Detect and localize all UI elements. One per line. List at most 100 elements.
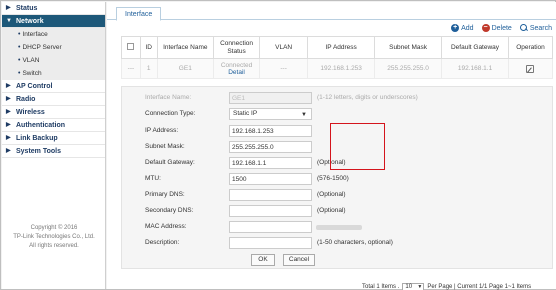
- primary-dns-label: Primary DNS:: [145, 191, 185, 198]
- description-label: Description:: [145, 239, 180, 246]
- sidebar-subitem-dhcp-server[interactable]: • DHCP Server: [2, 41, 105, 54]
- ok-button[interactable]: OK: [251, 254, 275, 266]
- sidebar-subitem-vlan[interactable]: • VLAN: [2, 54, 105, 67]
- per-page-select[interactable]: 10 ▼: [402, 282, 425, 290]
- sidebar-item-label: Status: [16, 5, 38, 12]
- cell-ip-address: 192.168.1.253: [307, 58, 376, 79]
- table-header-row: ID Interface Name Connection Status VLAN…: [121, 36, 554, 59]
- default-gateway-input[interactable]: [229, 157, 312, 169]
- form-row-secondary-dns: Secondary DNS: (Optional): [145, 205, 545, 217]
- cell-vlan: ---: [259, 58, 309, 79]
- minus-icon: −: [481, 24, 490, 32]
- dropdown-arrow-icon: ▼: [417, 283, 423, 290]
- tab-bar: Interface: [107, 2, 556, 21]
- toolbar: + Add − Delete Search: [451, 22, 552, 34]
- sidebar-item-wireless[interactable]: ▶ Wireless: [2, 106, 105, 119]
- cancel-button[interactable]: Cancel: [283, 254, 315, 266]
- blurred-mac-value: [316, 225, 362, 230]
- add-button[interactable]: + Add: [451, 22, 474, 34]
- column-header-subnet-mask: Subnet Mask: [374, 36, 443, 59]
- description-hint: (1-50 characters, optional): [317, 239, 393, 246]
- sidebar-item-status[interactable]: ▶ Status: [2, 2, 105, 15]
- select-all-header: [121, 36, 141, 59]
- table-row[interactable]: --- 1 GE1 Connected Detail --- 192.168.1…: [121, 58, 554, 79]
- sidebar-item-authentication[interactable]: ▶ Authentication: [2, 119, 105, 132]
- sidebar-item-label: AP Control: [16, 83, 53, 90]
- description-input[interactable]: [229, 237, 312, 249]
- ip-address-input[interactable]: [229, 125, 312, 137]
- column-header-interface-name: Interface Name: [156, 36, 215, 59]
- form-row-mac-address: MAC Address:: [145, 221, 545, 233]
- bullet-icon: •: [18, 44, 21, 51]
- delete-label: Delete: [491, 24, 512, 32]
- sidebar-subitem-switch[interactable]: • Switch: [2, 67, 105, 80]
- subnet-mask-input[interactable]: [229, 141, 312, 153]
- sidebar-item-system-tools[interactable]: ▶ System Tools: [2, 145, 105, 158]
- bullet-icon: •: [18, 57, 21, 64]
- chevron-right-icon: ▶: [6, 109, 11, 115]
- bullet-icon: •: [18, 31, 21, 38]
- primary-dns-input[interactable]: [229, 189, 312, 201]
- chevron-right-icon: ▶: [6, 148, 11, 154]
- form-row-interface-name: Interface Name: (1-12 letters, digits or…: [145, 92, 545, 104]
- column-header-operation: Operation: [507, 36, 554, 59]
- network-submenu: • Interface • DHCP Server • VLAN • Switch: [2, 28, 105, 80]
- interface-name-input[interactable]: [229, 92, 312, 104]
- sidebar-item-ap-control[interactable]: ▶ AP Control: [2, 80, 105, 93]
- mac-address-input[interactable]: [229, 221, 362, 233]
- page-info: Per Page | Current 1/1 Page 1~1 Items: [427, 283, 532, 290]
- delete-button[interactable]: − Delete: [481, 22, 512, 34]
- select-all-checkbox[interactable]: [127, 43, 135, 51]
- detail-link[interactable]: Detail: [228, 69, 245, 76]
- sidebar-item-label: Network: [16, 18, 44, 25]
- edit-icon[interactable]: [526, 64, 535, 73]
- cell-connection-status: Connected Detail: [213, 58, 261, 79]
- interface-name-label: Interface Name:: [145, 94, 192, 101]
- cell-default-gateway: 192.168.1.1: [441, 58, 509, 79]
- sidebar-subitem-label: VLAN: [22, 57, 40, 64]
- per-page-value: 10: [405, 283, 413, 290]
- form-row-connection-type: Connection Type: Static IP ▼: [145, 108, 545, 120]
- sidebar-subitem-interface[interactable]: • Interface: [2, 28, 105, 41]
- secondary-dns-hint: (Optional): [317, 207, 346, 214]
- main-panel: Interface + Add − Delete Search ID Interfa…: [107, 2, 556, 289]
- form-row-primary-dns: Primary DNS: (Optional): [145, 189, 545, 201]
- sidebar: ▶ Status ▼ Network • Interface • DHCP Server…: [2, 2, 106, 289]
- connection-type-value: Static IP: [233, 110, 258, 117]
- column-header-vlan: VLAN: [259, 36, 309, 59]
- search-icon: [519, 24, 528, 32]
- tab-interface[interactable]: Interface: [116, 7, 162, 21]
- search-button[interactable]: Search: [519, 22, 552, 34]
- sidebar-item-label: Radio: [16, 96, 36, 103]
- sidebar-item-link-backup[interactable]: ▶ Link Backup: [2, 132, 105, 145]
- secondary-dns-input[interactable]: [229, 205, 312, 217]
- cell-subnet-mask: 255.255.255.0: [374, 58, 443, 79]
- connection-type-select[interactable]: Static IP ▼: [229, 108, 312, 120]
- total-items: Total 1 Items .: [362, 283, 400, 290]
- subnet-mask-label: Subnet Mask:: [145, 143, 185, 150]
- secondary-dns-label: Secondary DNS:: [145, 207, 194, 214]
- chevron-right-icon: ▶: [6, 135, 11, 141]
- bullet-icon: •: [18, 70, 21, 77]
- mtu-input[interactable]: [229, 173, 312, 185]
- column-header-connection-status: Connection Status: [213, 36, 261, 59]
- chevron-down-icon: ▼: [6, 18, 12, 24]
- cell-id: 1: [139, 58, 158, 79]
- copyright-line: All rights reserved.: [29, 243, 79, 249]
- copyright-line: TP-Link Technologies Co., Ltd.: [13, 234, 95, 240]
- sidebar-item-label: Wireless: [16, 109, 45, 116]
- form-row-mtu: MTU: (576-1500): [145, 173, 545, 185]
- sidebar-item-network[interactable]: ▼ Network: [2, 15, 105, 28]
- column-header-id: ID: [139, 36, 158, 59]
- chevron-right-icon: ▶: [6, 5, 11, 11]
- highlight-box: [330, 123, 385, 170]
- chevron-right-icon: ▶: [6, 83, 11, 89]
- ip-address-label: IP Address:: [145, 127, 179, 134]
- add-label: Add: [461, 24, 474, 32]
- interface-table: ID Interface Name Connection Status VLAN…: [121, 36, 554, 79]
- mtu-label: MTU:: [145, 175, 161, 182]
- primary-dns-hint: (Optional): [317, 191, 346, 198]
- sidebar-subitem-label: Switch: [22, 70, 42, 77]
- chevron-right-icon: ▶: [6, 122, 11, 128]
- sidebar-item-radio[interactable]: ▶ Radio: [2, 93, 105, 106]
